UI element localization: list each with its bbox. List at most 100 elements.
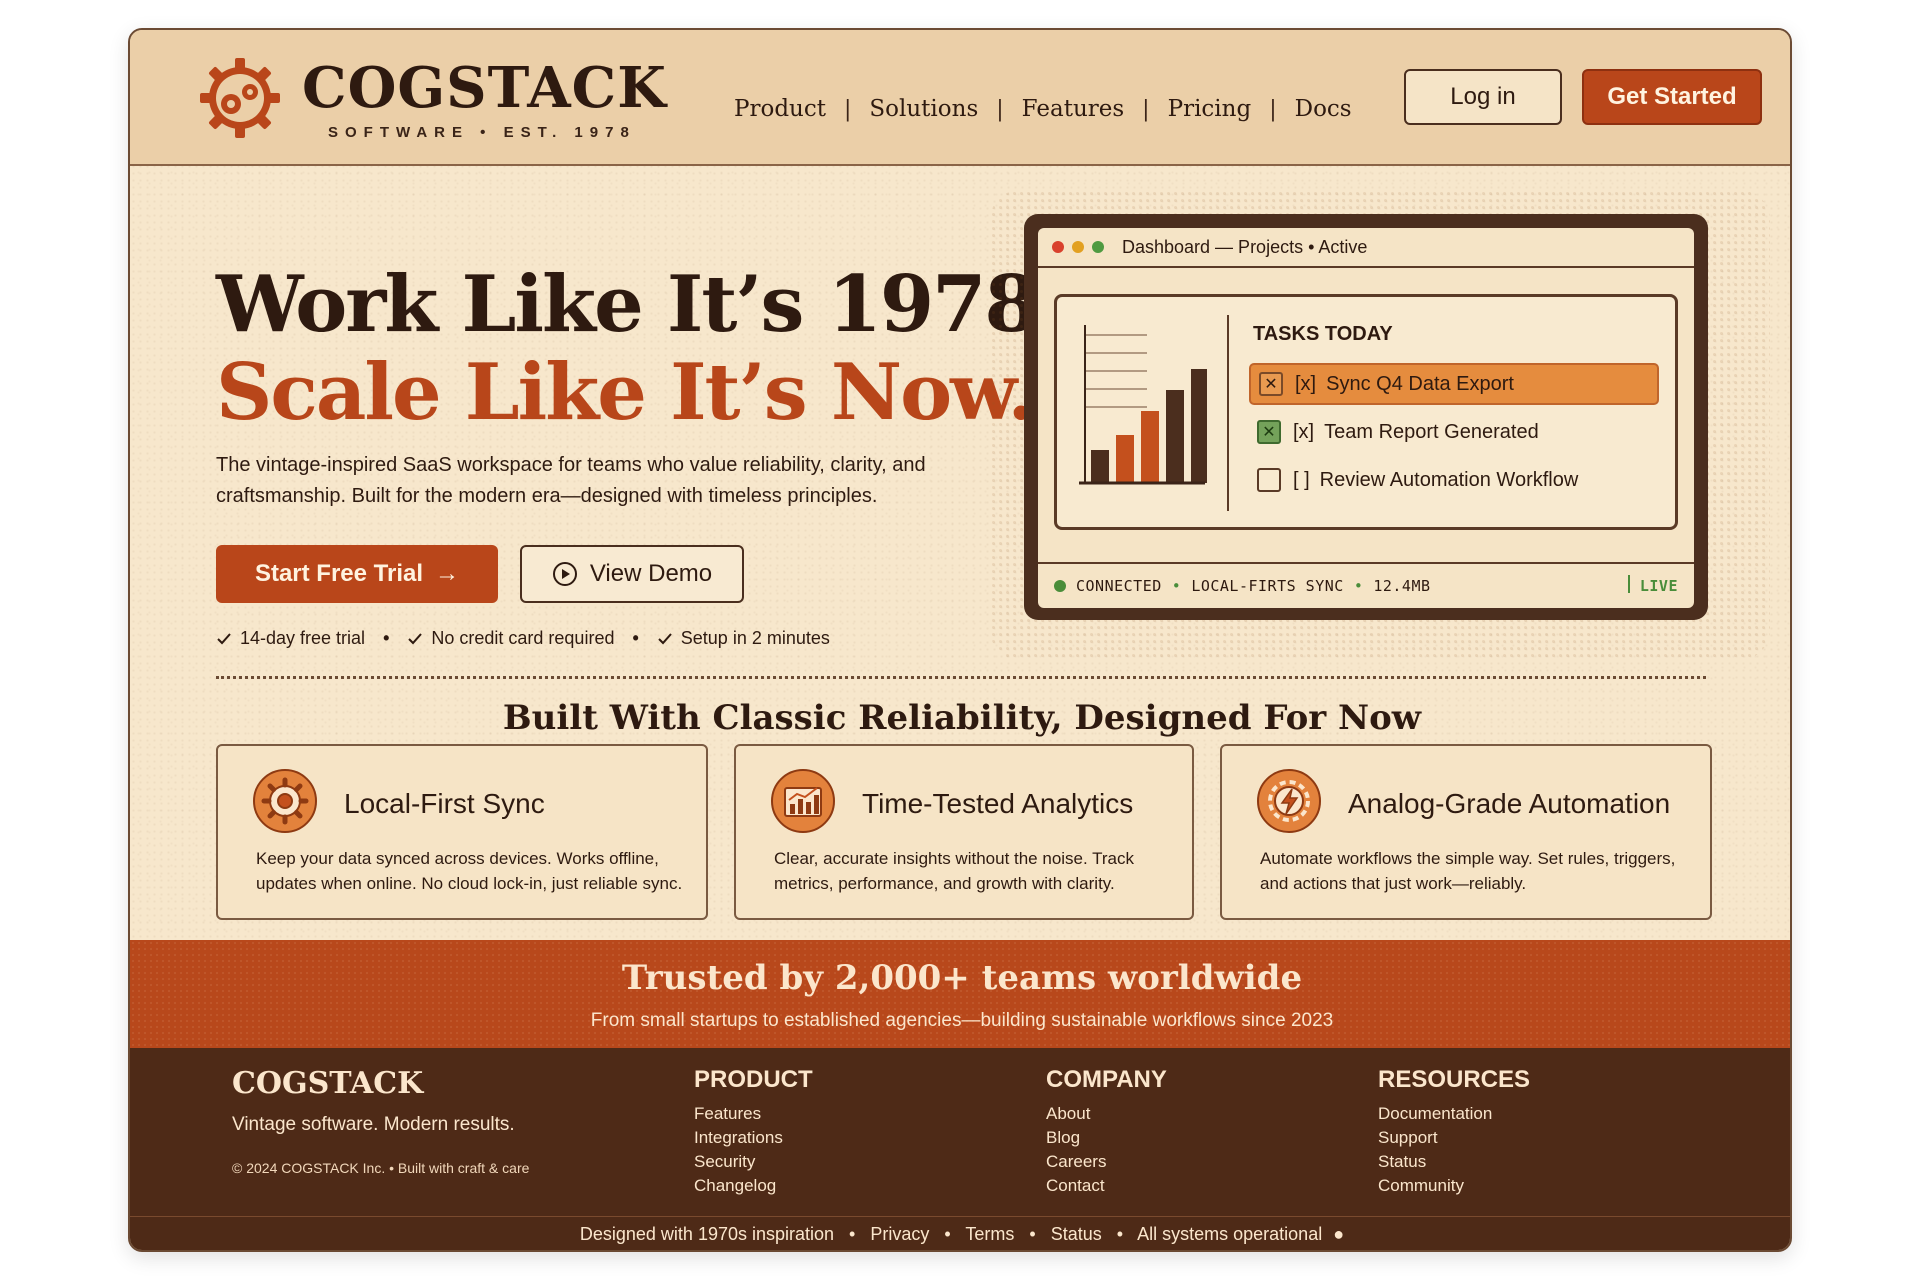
footer-separator: • (944, 1224, 951, 1244)
footer-brand[interactable]: COGSTACK (232, 1066, 423, 1101)
close-dot-icon (1052, 241, 1064, 253)
site-footer: COGSTACK Vintage software. Modern result… (130, 1048, 1790, 1250)
hero-headline-line1: Work Like It’s 1978. (216, 259, 1064, 350)
perk-separator: • (383, 628, 390, 648)
footer-link-integrations[interactable]: Integrations (694, 1126, 813, 1150)
nav-separator: | (1269, 96, 1277, 122)
cogwheel-logo-icon[interactable] (198, 56, 282, 140)
feature-card-analog-grade-automation: Analog-Grade Automation Automate workflo… (1220, 744, 1712, 920)
brand-name[interactable]: COGSTACK (302, 58, 667, 118)
footer-link-privacy[interactable]: Privacy (870, 1224, 929, 1244)
start-free-trial-label: Start Free Trial (254, 560, 424, 587)
automation-bolt-icon (1257, 769, 1321, 833)
task-label: Sync Q4 Data Export (1326, 372, 1514, 395)
feature-card-time-tested-analytics: Time-Tested Analytics Clear, accurate in… (734, 744, 1194, 920)
checkmark-icon (408, 632, 423, 644)
page-frame: COGSTACK SOFTWARE • EST. 1978 Product | … (128, 28, 1792, 1252)
features-heading: Built With Classic Reliability, Designed… (502, 698, 1422, 738)
checkmark-icon (658, 632, 672, 644)
status-live: LIVE (1627, 575, 1678, 595)
task-checkbox[interactable] (1257, 468, 1281, 492)
perk-label: Setup in 2 minutes (680, 628, 830, 648)
feature-title: Local-First Sync (344, 788, 545, 819)
system-status-text: All systems operational (1137, 1224, 1323, 1244)
maximize-dot-icon (1092, 241, 1104, 253)
footer-link-about[interactable]: About (1046, 1102, 1167, 1126)
footer-link-careers[interactable]: Careers (1046, 1150, 1167, 1174)
status-separator: • (1171, 577, 1182, 595)
task-checkbox[interactable]: ✕ (1257, 420, 1281, 444)
footer-separator: • (1116, 1224, 1124, 1244)
status-connected: CONNECTED (1076, 577, 1162, 595)
footer-column-product: PRODUCT Features Integrations Security C… (694, 1066, 813, 1198)
main-nav: Product | Solutions | Features | Pricing… (734, 96, 1352, 122)
feature-description: Clear, accurate insights without the noi… (774, 849, 1135, 893)
dashboard-preview: Dashboard — Projects • Active TASKS TODA… (1024, 214, 1708, 620)
tasks-heading: TASKS TODAY (1253, 323, 1393, 345)
site-header: COGSTACK SOFTWARE • EST. 1978 Product | … (130, 30, 1790, 166)
task-label: Review Automation Workflow (1319, 468, 1579, 491)
footer-link-contact[interactable]: Contact (1046, 1174, 1167, 1198)
nav-pricing[interactable]: Pricing (1168, 96, 1252, 122)
footer-link-documentation[interactable]: Documentation (1378, 1102, 1530, 1126)
footer-link-terms[interactable]: Terms (965, 1224, 1014, 1244)
footer-column-heading: PRODUCT (694, 1066, 813, 1093)
arrow-right-icon: → (435, 560, 460, 587)
task-row[interactable]: ✕ [x] Sync Q4 Data Export (1249, 363, 1659, 405)
footer-bottom-bar: Designed with 1970s inspiration • Privac… (130, 1224, 1790, 1245)
footer-link-blog[interactable]: Blog (1046, 1126, 1167, 1150)
perk-item: 14-day free trial (216, 628, 365, 649)
footer-column-heading: RESOURCES (1378, 1066, 1531, 1093)
footer-separator: • (1029, 1224, 1036, 1244)
task-mark: [x] (1295, 372, 1317, 395)
task-row[interactable]: ✕ [x] Team Report Generated (1249, 411, 1659, 453)
get-started-button[interactable]: Get Started (1582, 69, 1762, 125)
footer-link-community[interactable]: Community (1378, 1174, 1530, 1198)
panel-divider (1227, 315, 1229, 511)
status-size: 12.4MB (1373, 577, 1431, 595)
nav-product[interactable]: Product (734, 96, 826, 122)
perk-separator: • (632, 628, 639, 648)
footer-divider (130, 1216, 1790, 1217)
login-button[interactable]: Log in (1404, 69, 1562, 125)
footer-link-status[interactable]: Status (1378, 1150, 1530, 1174)
analytics-chart-icon (771, 769, 835, 833)
nav-separator: | (1142, 96, 1150, 122)
perk-item: No credit card required (407, 628, 614, 649)
feature-title: Analog-Grade Automation (1348, 788, 1671, 819)
footer-column-company: COMPANY About Blog Careers Contact (1046, 1066, 1167, 1198)
footer-link-security[interactable]: Security (694, 1150, 813, 1174)
footer-separator: • (849, 1224, 856, 1244)
task-mark: [x] (1293, 420, 1315, 443)
trust-subtitle: From small startups to established agenc… (590, 1010, 1334, 1031)
window-title: Dashboard — Projects • Active (1122, 236, 1368, 257)
view-demo-button[interactable]: View Demo (520, 545, 744, 603)
status-sync: LOCAL-FIRTS SYNC (1191, 577, 1344, 595)
hero-perks: 14-day free trial • No credit card requi… (216, 628, 830, 649)
feature-description: Keep your data synced across devices. Wo… (256, 849, 683, 893)
feature-title: Time-Tested Analytics (862, 788, 1134, 819)
start-free-trial-button[interactable]: Start Free Trial → (216, 545, 498, 603)
dashboard-panel: TASKS TODAY ✕ [x] Sync Q4 Data Export ✕ … (1054, 294, 1678, 530)
footer-column-resources: RESOURCES Documentation Support Status C… (1378, 1066, 1530, 1198)
footer-link-status-bottom[interactable]: Status (1051, 1224, 1102, 1244)
footer-tagline: Vintage software. Modern results. (232, 1114, 515, 1135)
status-dot-icon: ● (1333, 1224, 1345, 1244)
nav-solutions[interactable]: Solutions (869, 96, 978, 122)
trust-title: Trusted by 2,000+ teams worldwide (621, 958, 1303, 998)
task-row[interactable]: [ ] Review Automation Workflow (1249, 459, 1659, 501)
nav-separator: | (843, 96, 852, 122)
perk-label: 14-day free trial (240, 628, 366, 648)
status-separator: • (1353, 577, 1364, 595)
section-divider (216, 676, 1706, 679)
window-titlebar: Dashboard — Projects • Active (1038, 228, 1694, 268)
task-checkbox[interactable]: ✕ (1259, 372, 1283, 396)
nav-docs[interactable]: Docs (1295, 96, 1352, 122)
footer-link-features[interactable]: Features (694, 1102, 813, 1126)
footer-link-changelog[interactable]: Changelog (694, 1174, 813, 1198)
perk-item: Setup in 2 minutes (657, 628, 830, 649)
footer-link-support[interactable]: Support (1378, 1126, 1530, 1150)
view-demo-label: View Demo (589, 560, 713, 587)
nav-features[interactable]: Features (1022, 96, 1125, 122)
brand-tagline: SOFTWARE • EST. 1978 (328, 124, 636, 141)
